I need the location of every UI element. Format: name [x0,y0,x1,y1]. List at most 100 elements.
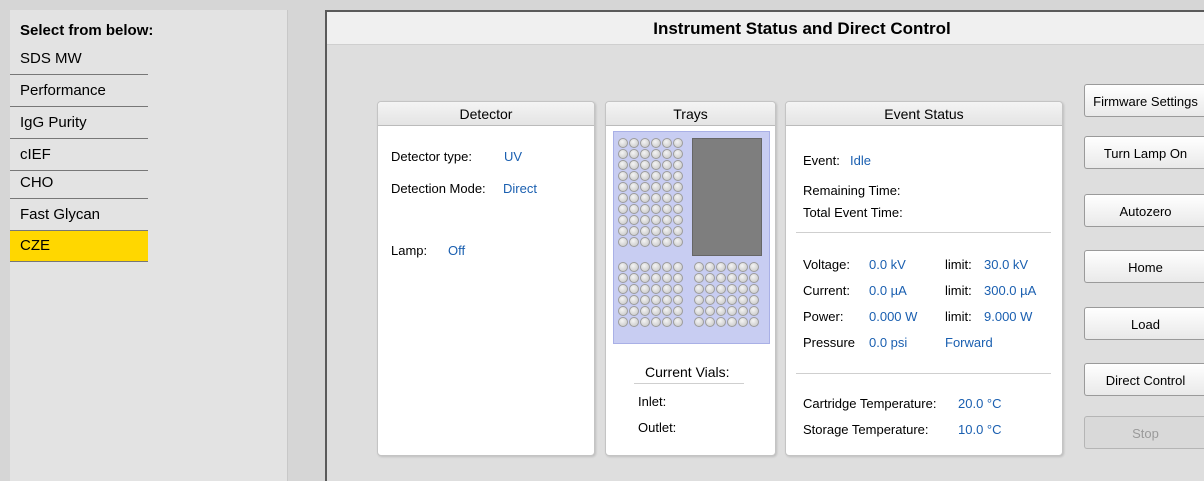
storage-temperature-label: Storage Temperature: [803,422,929,437]
vial-well [640,317,650,327]
vial-well [618,226,628,236]
vial-well [673,306,683,316]
vial-well [694,273,704,283]
vial-well [651,204,661,214]
vial-well [727,317,737,327]
vial-well [673,226,683,236]
vial-well [716,306,726,316]
vial-well [640,306,650,316]
stop-button[interactable]: Stop [1084,416,1204,449]
vial-well [629,171,639,181]
autozero-button[interactable]: Autozero [1084,194,1204,227]
method-item-cief[interactable]: cIEF [10,140,148,171]
home-button[interactable]: Home [1084,250,1204,283]
vial-well [640,262,650,272]
vial-well [618,262,628,272]
vial-well [662,204,672,214]
power-limit-label: limit: [945,309,972,324]
vial-well [640,160,650,170]
vial-well [651,193,661,203]
event-status-panel: Event Status Event: Idle Remaining Time:… [785,101,1063,456]
vial-well [738,317,748,327]
vial-well [727,306,737,316]
vial-well [705,262,715,272]
vial-well [651,226,661,236]
vial-well [738,273,748,283]
vial-well [618,138,628,148]
vial-well [618,284,628,294]
vial-well [662,295,672,305]
vial-well [629,215,639,225]
vial-well [629,295,639,305]
power-value: 0.000 W [869,309,918,324]
vial-well [640,171,650,181]
vial-well [662,237,672,247]
voltage-value: 0.0 kV [869,257,906,272]
method-item-cze[interactable]: CZE [10,231,148,262]
vial-well [651,215,661,225]
vial-well [618,204,628,214]
firmware-settings-button[interactable]: Firmware Settings [1084,84,1204,117]
vial-well [662,193,672,203]
vial-well [727,273,737,283]
method-item-performance[interactable]: Performance [10,76,148,107]
turn-lamp-on-button[interactable]: Turn Lamp On [1084,136,1204,169]
vial-well [662,273,672,283]
vial-well [673,149,683,159]
outlet-label: Outlet: [638,420,677,435]
vial-well [716,273,726,283]
vial-well [673,204,683,214]
vial-well [673,295,683,305]
vial-well [705,295,715,305]
page-title: Instrument Status and Direct Control [653,19,951,38]
event-status-panel-title: Event Status [786,102,1062,126]
voltage-limit-value: 30.0 kV [984,257,1029,272]
vial-well [640,226,650,236]
event-value: Idle [850,153,871,168]
current-limit-value: 300.0 µA [984,283,1037,298]
tray-diagram [613,131,770,344]
vial-well [640,193,650,203]
current-value: 0.0 µA [869,283,907,298]
vial-well [749,273,759,283]
vial-well [640,215,650,225]
method-item-igg-purity[interactable]: IgG Purity [10,108,148,139]
vial-well [618,273,628,283]
vial-well [629,160,639,170]
vial-well [738,262,748,272]
vial-well [651,317,661,327]
event-label: Event: [803,153,840,168]
vial-well [716,262,726,272]
load-button[interactable]: Load [1084,307,1204,340]
method-item-fast-glycan[interactable]: Fast Glycan [10,200,148,231]
vial-well [727,295,737,305]
method-item-cho[interactable]: CHO [10,168,148,199]
vial-well [640,295,650,305]
vial-well [651,262,661,272]
vial-well [716,317,726,327]
event-divider-1 [796,232,1051,233]
pressure-direction: Forward [945,335,993,350]
vial-well [640,204,650,214]
power-limit-value: 9.000 W [984,309,1033,324]
vial-well [618,237,628,247]
detector-panel-title: Detector [378,102,594,126]
vial-well [629,138,639,148]
vial-well [651,273,661,283]
vial-well [651,237,661,247]
method-item-sds-mw[interactable]: SDS MW [10,44,148,75]
vial-tray-bottom-right [694,262,759,327]
lamp-label: Lamp: [391,243,428,258]
power-label: Power: [803,309,844,324]
vial-well [662,317,672,327]
vial-well [749,284,759,294]
vial-well [705,284,715,294]
storage-temperature-value: 10.0 °C [958,422,1002,437]
trays-panel-title: Trays [606,102,775,126]
vial-well [673,317,683,327]
vial-well [629,237,639,247]
direct-control-button[interactable]: Direct Control [1084,363,1204,396]
detection-mode-value: Direct [503,181,537,196]
vial-well [662,149,672,159]
total-event-time-label: Total Event Time: [803,205,903,220]
